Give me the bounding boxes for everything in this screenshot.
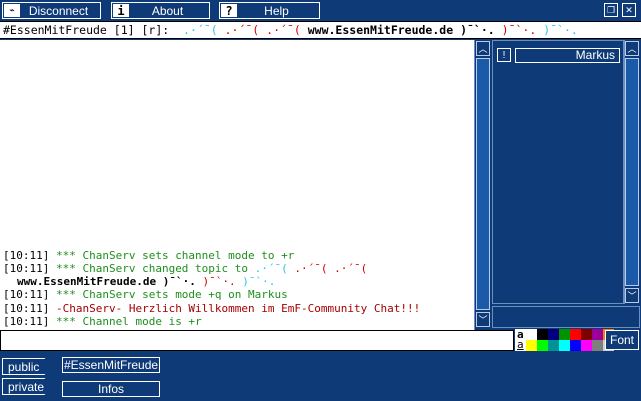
- color-swatch[interactable]: [559, 329, 570, 340]
- infos-label: Infos: [97, 382, 124, 396]
- chat-line: [10:11] *** Channel mode is +r: [3, 315, 472, 328]
- color-swatch[interactable]: [537, 340, 548, 351]
- restore-window-button[interactable]: ❐: [604, 3, 618, 17]
- tab-public[interactable]: public: [2, 358, 52, 375]
- color-swatch[interactable]: [570, 340, 581, 351]
- topic-decoration: )¯`·.: [202, 275, 236, 289]
- topic-decoration: .·´¯(: [294, 261, 328, 275]
- about-label: About: [151, 3, 184, 18]
- color-swatch[interactable]: [526, 329, 537, 340]
- infos-tab[interactable]: Infos: [62, 381, 160, 397]
- disconnect-icon: ⌁: [4, 4, 20, 17]
- scroll-thumb[interactable]: [476, 58, 490, 310]
- timestamp: [10:11]: [3, 261, 50, 275]
- color-swatch[interactable]: [592, 329, 603, 340]
- message-text: *** ChanServ sets channel mode to +r: [49, 248, 295, 262]
- color-swatch[interactable]: [548, 329, 559, 340]
- topic-decoration: .·´¯(: [224, 23, 260, 37]
- topic-decoration: )¯`·.: [501, 23, 537, 37]
- tab-public-label: public: [8, 359, 40, 374]
- user-panel-footer: [492, 306, 640, 328]
- chat-line: [10:11] -ChanServ- Herzlich Willkommen i…: [3, 302, 472, 315]
- scroll-up-button[interactable]: ︿: [625, 41, 639, 56]
- help-label: Help: [264, 3, 289, 18]
- color-swatch[interactable]: [526, 340, 537, 351]
- chevron-down-icon: ﹀: [627, 291, 637, 301]
- message-text: -ChanServ- Herzlich Willkommen im EmF-Co…: [49, 301, 421, 315]
- chat-line: [10:11] *** ChanServ sets channel mode t…: [3, 249, 472, 262]
- user-list: ! Markus: [492, 40, 624, 304]
- color-swatch[interactable]: [537, 329, 548, 340]
- help-button[interactable]: ? Help: [219, 2, 320, 19]
- timestamp: [10:11]: [3, 314, 50, 328]
- message-text: *** ChanServ sets mode +q on Markus: [49, 288, 288, 302]
- channel-topic-bar: #EssenMitFreude [1] [r]: .·´¯( .·´¯( .·´…: [0, 21, 641, 39]
- scroll-thumb[interactable]: [625, 58, 639, 286]
- topic-channel-name: #EssenMitFreude: [3, 23, 107, 37]
- disconnect-label: Disconnect: [28, 3, 89, 18]
- topic-decoration: )¯`·.: [460, 23, 495, 37]
- close-icon: ✕: [625, 4, 633, 15]
- topic-site: www.EssenMitFreude.de: [17, 275, 157, 289]
- restore-icon: ❐: [606, 4, 616, 15]
- chat-line-continuation: www.EssenMitFreude.de )¯`·. )¯`·. )¯`·.: [3, 275, 472, 288]
- chevron-up-icon: ︿: [478, 44, 488, 54]
- timestamp: [10:11]: [3, 288, 50, 302]
- topic-decoration: .·´¯(: [183, 23, 218, 37]
- disconnect-button[interactable]: ⌁ Disconnect: [2, 2, 101, 19]
- color-swatch[interactable]: [581, 329, 592, 340]
- message-text: *** Channel mode is +r: [49, 314, 202, 328]
- underline-sample[interactable]: a: [517, 338, 524, 351]
- color-swatch[interactable]: [581, 340, 592, 351]
- topic-decoration: )¯`·.: [162, 275, 196, 289]
- timestamp: [10:11]: [3, 301, 50, 315]
- user-list-scrollbar[interactable]: ︿ ﹀: [624, 40, 640, 304]
- topic-decoration: )¯`·.: [242, 275, 276, 289]
- user-mode-badge: !: [497, 48, 511, 62]
- chat-line: [10:11] *** ChanServ changed topic to .·…: [3, 262, 472, 275]
- public-channel-name: #EssenMitFreude: [64, 358, 159, 372]
- topic-decoration: .·´¯(: [266, 23, 301, 37]
- scroll-down-button[interactable]: ﹀: [476, 312, 490, 327]
- font-button[interactable]: Font: [605, 330, 639, 350]
- chat-line: [10:11] *** ChanServ sets mode +q on Mar…: [3, 288, 472, 301]
- tab-private[interactable]: private: [2, 378, 52, 395]
- topic-decoration: .·´¯(: [334, 261, 368, 275]
- help-icon: ?: [221, 4, 237, 18]
- chat-scrollbar[interactable]: ︿ ﹀: [474, 40, 491, 330]
- topic-site: www.EssenMitFreude.de: [307, 23, 454, 37]
- scroll-down-button[interactable]: ﹀: [625, 288, 639, 303]
- about-button[interactable]: i About: [111, 2, 210, 19]
- color-swatch[interactable]: [559, 340, 570, 351]
- topic-modes: [1] [r]:: [106, 23, 177, 37]
- close-window-button[interactable]: ✕: [622, 3, 636, 17]
- timestamp: [10:11]: [3, 248, 50, 262]
- color-palette: a a: [515, 328, 614, 351]
- palette-row: [526, 329, 614, 340]
- chevron-up-icon: ︿: [627, 44, 637, 54]
- tab-private-label: private: [8, 379, 45, 394]
- message-text: *** ChanServ changed topic to: [49, 261, 255, 275]
- color-swatch[interactable]: [592, 340, 603, 351]
- topic-decoration: .·´¯(: [254, 261, 288, 275]
- message-input[interactable]: [0, 330, 514, 351]
- chat-log: [10:11] *** ChanServ sets channel mode t…: [0, 40, 474, 330]
- public-channel-tab[interactable]: #EssenMitFreude: [62, 357, 160, 373]
- topic-decoration: )¯`·.: [543, 23, 578, 37]
- scroll-up-button[interactable]: ︿: [476, 41, 490, 56]
- user-name: Markus: [515, 48, 620, 63]
- color-swatch[interactable]: [570, 329, 581, 340]
- user-list-item[interactable]: ! Markus: [497, 48, 621, 64]
- color-swatch[interactable]: [548, 340, 559, 351]
- info-icon: i: [113, 4, 129, 18]
- chevron-down-icon: ﹀: [478, 315, 488, 325]
- palette-row: [526, 340, 614, 351]
